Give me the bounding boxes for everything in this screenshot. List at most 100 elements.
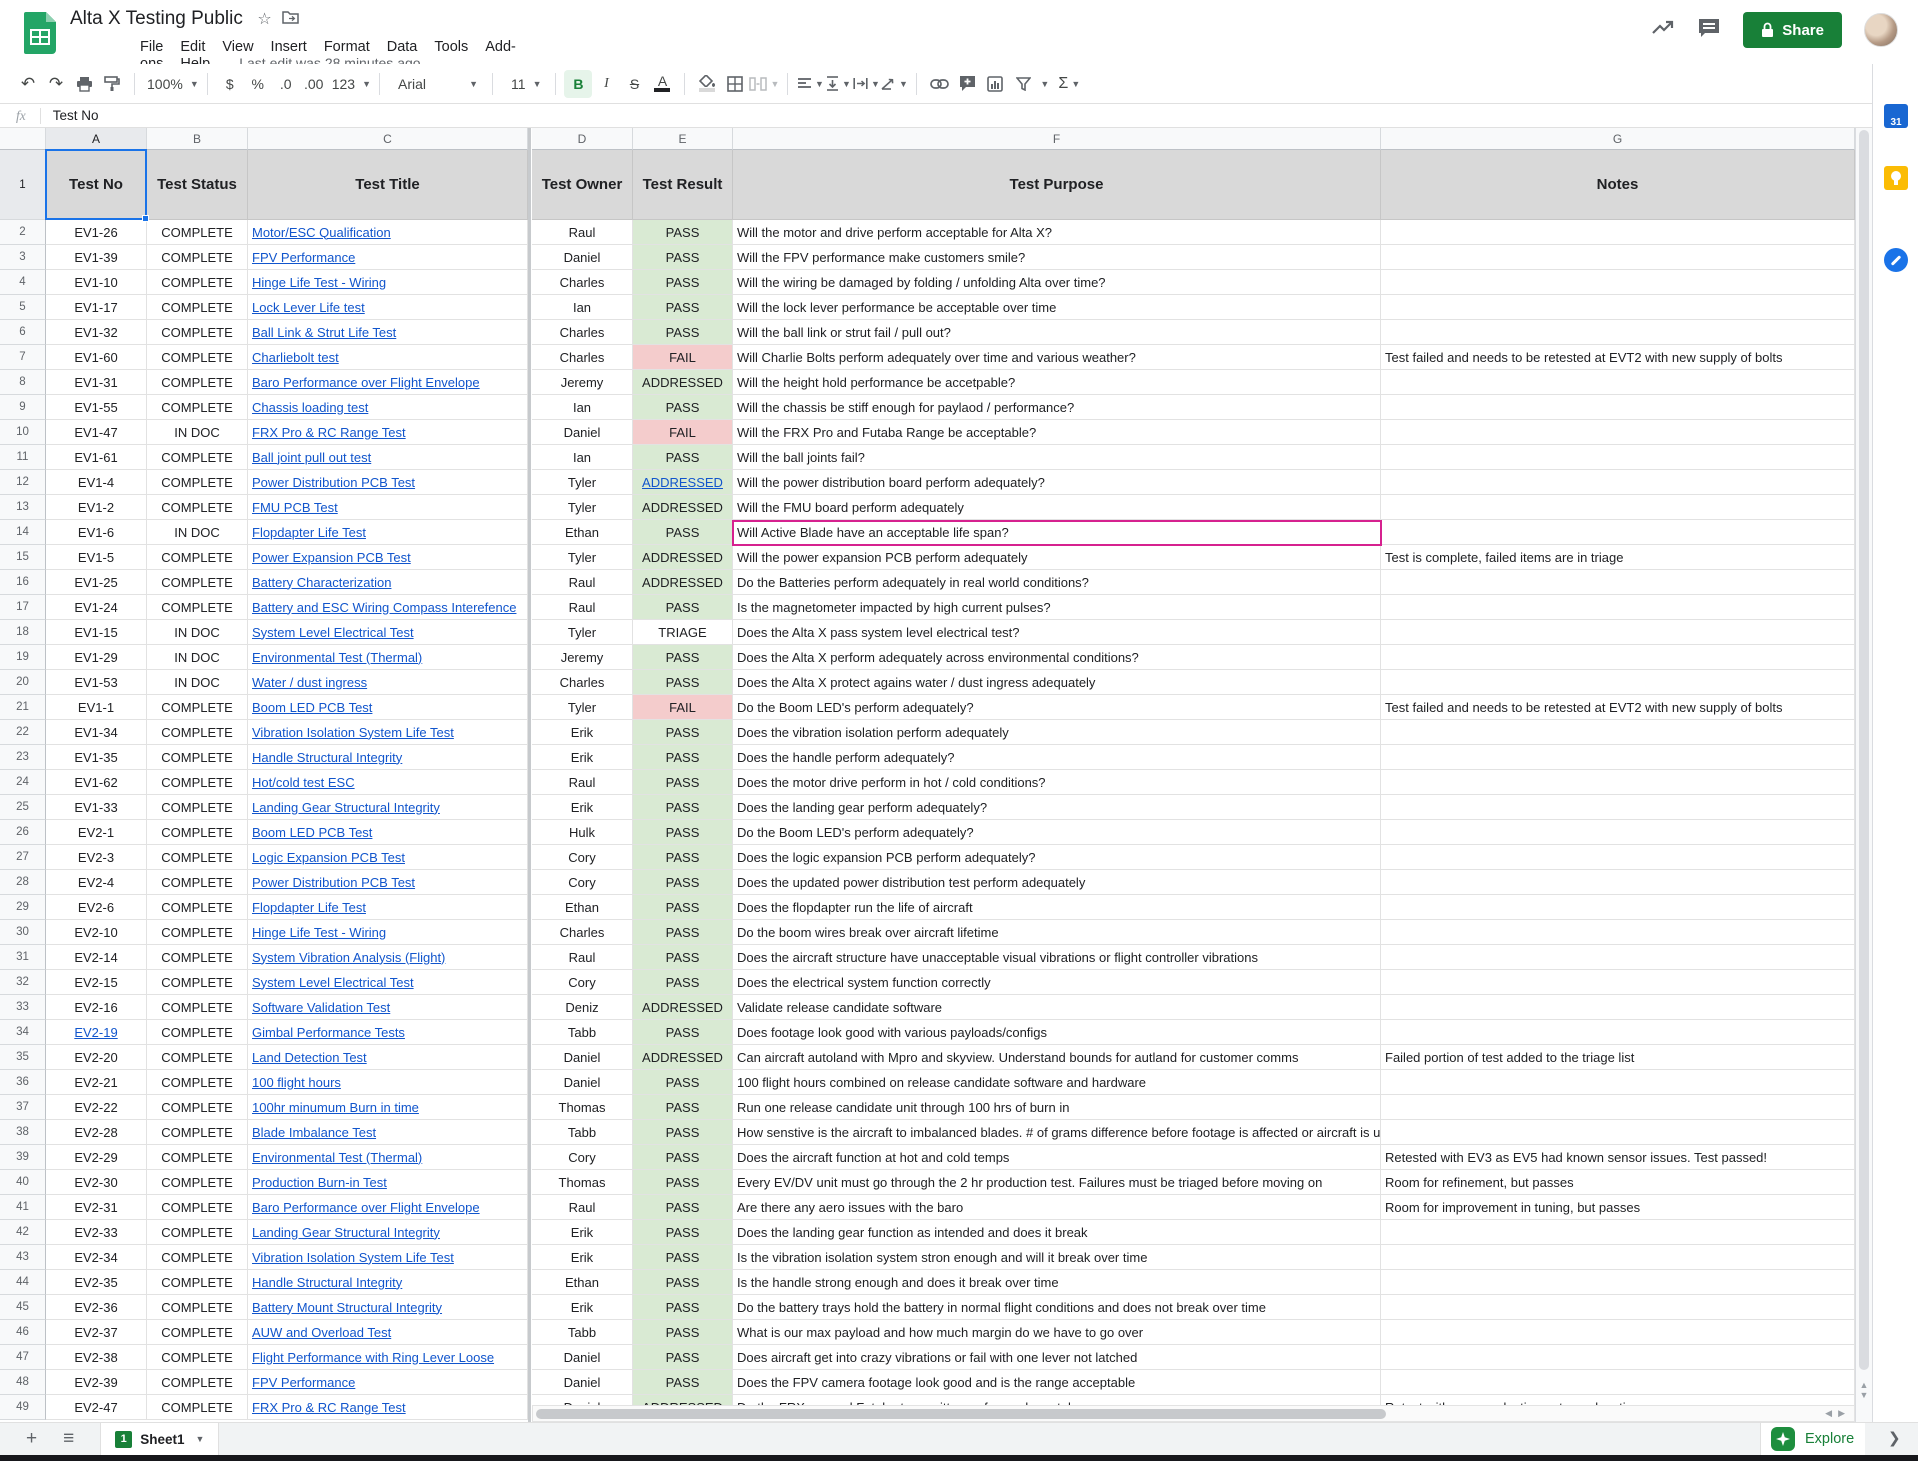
cell-no-row14[interactable]: EV1-6 <box>46 520 147 545</box>
cell-result-row38[interactable]: PASS <box>633 1120 733 1145</box>
link-no-row34[interactable]: EV2-19 <box>74 1025 117 1040</box>
all-sheets-button[interactable]: ≡ <box>63 1428 74 1450</box>
cell-status-row38[interactable]: COMPLETE <box>147 1120 248 1145</box>
link-title-row25[interactable]: Landing Gear Structural Integrity <box>252 800 440 815</box>
link-title-row47[interactable]: Flight Performance with Ring Lever Loose <box>252 1350 494 1365</box>
cell-owner-row39[interactable]: Cory <box>532 1145 633 1170</box>
sheet-tab-menu-icon[interactable]: ▼ <box>195 1434 204 1444</box>
cell-notes-row45[interactable] <box>1381 1295 1855 1320</box>
cell-notes-row48[interactable] <box>1381 1370 1855 1395</box>
cell-no-row13[interactable]: EV1-2 <box>46 495 147 520</box>
cell-notes-row14[interactable] <box>1381 520 1855 545</box>
header-cell-purpose[interactable]: Test Purpose <box>733 150 1381 220</box>
link-title-row34[interactable]: Gimbal Performance Tests <box>252 1025 405 1040</box>
link-title-row26[interactable]: Boom LED PCB Test <box>252 825 372 840</box>
link-title-row5[interactable]: Lock Lever Life test <box>252 300 365 315</box>
cell-status-row35[interactable]: COMPLETE <box>147 1045 248 1070</box>
cell-owner-row8[interactable]: Jeremy <box>532 370 633 395</box>
row-header-25[interactable]: 25 <box>0 795 46 820</box>
link-title-row49[interactable]: FRX Pro & RC Range Test <box>252 1400 406 1415</box>
link-title-row28[interactable]: Power Distribution PCB Test <box>252 875 415 890</box>
filter-button[interactable] <box>1009 70 1037 98</box>
cell-purpose-row10[interactable]: Will the FRX Pro and Futaba Range be acc… <box>733 420 1381 445</box>
row-header-18[interactable]: 18 <box>0 620 46 645</box>
column-header-E[interactable]: E <box>633 128 733 150</box>
insert-chart-button[interactable] <box>981 70 1009 98</box>
cell-no-row35[interactable]: EV2-20 <box>46 1045 147 1070</box>
row-header-10[interactable]: 10 <box>0 420 46 445</box>
cell-notes-row16[interactable] <box>1381 570 1855 595</box>
menu-view[interactable]: View <box>222 39 253 55</box>
cell-result-row10[interactable]: FAIL <box>633 420 733 445</box>
cell-owner-row26[interactable]: Hulk <box>532 820 633 845</box>
cell-owner-row15[interactable]: Tyler <box>532 545 633 570</box>
text-rotation-button[interactable]: ▼ <box>880 70 908 98</box>
cell-purpose-row22[interactable]: Does the vibration isolation perform ade… <box>733 720 1381 745</box>
link-title-row40[interactable]: Production Burn-in Test <box>252 1175 387 1190</box>
cell-purpose-row35[interactable]: Can aircraft autoland with Mpro and skyv… <box>733 1045 1381 1070</box>
cell-notes-row28[interactable] <box>1381 870 1855 895</box>
cell-purpose-row21[interactable]: Do the Boom LED's perform adequately? <box>733 695 1381 720</box>
cell-owner-row41[interactable]: Raul <box>532 1195 633 1220</box>
cell-owner-row22[interactable]: Erik <box>532 720 633 745</box>
document-title[interactable]: Alta X Testing Public <box>70 8 243 30</box>
fill-color-button[interactable] <box>693 70 721 98</box>
row-header-30[interactable]: 30 <box>0 920 46 945</box>
cell-no-row28[interactable]: EV2-4 <box>46 870 147 895</box>
row-header-46[interactable]: 46 <box>0 1320 46 1345</box>
increase-decimals-button[interactable]: .00 <box>300 70 328 98</box>
cell-owner-row28[interactable]: Cory <box>532 870 633 895</box>
cell-result-row13[interactable]: ADDRESSED <box>633 495 733 520</box>
cell-title-row14[interactable]: Flopdapter Life Test <box>248 520 528 545</box>
italic-button[interactable]: I <box>592 70 620 98</box>
frozen-pane-divider[interactable] <box>528 128 531 1422</box>
cell-purpose-row46[interactable]: What is our max payload and how much mar… <box>733 1320 1381 1345</box>
cell-notes-row37[interactable] <box>1381 1095 1855 1120</box>
cell-status-row17[interactable]: COMPLETE <box>147 595 248 620</box>
cell-title-row16[interactable]: Battery Characterization <box>248 570 528 595</box>
cell-result-row23[interactable]: PASS <box>633 745 733 770</box>
cell-title-row38[interactable]: Blade Imbalance Test <box>248 1120 528 1145</box>
cell-status-row19[interactable]: IN DOC <box>147 645 248 670</box>
cell-no-row31[interactable]: EV2-14 <box>46 945 147 970</box>
cell-notes-row7[interactable]: Test failed and needs to be retested at … <box>1381 345 1855 370</box>
cell-notes-row35[interactable]: Failed portion of test added to the tria… <box>1381 1045 1855 1070</box>
cell-purpose-row15[interactable]: Will the power expansion PCB perform ade… <box>733 545 1381 570</box>
keep-icon[interactable] <box>1884 166 1908 190</box>
tasks-icon[interactable] <box>1884 248 1908 272</box>
cell-no-row15[interactable]: EV1-5 <box>46 545 147 570</box>
comment-history-icon[interactable] <box>1697 17 1721 44</box>
link-title-row44[interactable]: Handle Structural Integrity <box>252 1275 402 1290</box>
cell-result-row8[interactable]: ADDRESSED <box>633 370 733 395</box>
cell-notes-row26[interactable] <box>1381 820 1855 845</box>
cell-purpose-row30[interactable]: Do the boom wires break over aircraft li… <box>733 920 1381 945</box>
cell-title-row44[interactable]: Handle Structural Integrity <box>248 1270 528 1295</box>
cell-notes-row46[interactable] <box>1381 1320 1855 1345</box>
redo-button[interactable]: ↷ <box>42 70 70 98</box>
text-color-button[interactable]: A <box>648 70 676 98</box>
link-title-row22[interactable]: Vibration Isolation System Life Test <box>252 725 454 740</box>
header-cell-status[interactable]: Test Status <box>147 150 248 220</box>
cell-result-row39[interactable]: PASS <box>633 1145 733 1170</box>
cell-result-row17[interactable]: PASS <box>633 595 733 620</box>
cell-no-row45[interactable]: EV2-36 <box>46 1295 147 1320</box>
cell-title-row13[interactable]: FMU PCB Test <box>248 495 528 520</box>
row-header-29[interactable]: 29 <box>0 895 46 920</box>
cell-status-row36[interactable]: COMPLETE <box>147 1070 248 1095</box>
row-header-21[interactable]: 21 <box>0 695 46 720</box>
cell-status-row16[interactable]: COMPLETE <box>147 570 248 595</box>
cell-result-row22[interactable]: PASS <box>633 720 733 745</box>
vertical-scrollbar[interactable]: ▲▼ <box>1855 128 1872 1422</box>
cell-status-row46[interactable]: COMPLETE <box>147 1320 248 1345</box>
cell-no-row9[interactable]: EV1-55 <box>46 395 147 420</box>
cell-status-row41[interactable]: COMPLETE <box>147 1195 248 1220</box>
cell-owner-row44[interactable]: Ethan <box>532 1270 633 1295</box>
menu-format[interactable]: Format <box>324 39 370 55</box>
cell-status-row18[interactable]: IN DOC <box>147 620 248 645</box>
cell-status-row23[interactable]: COMPLETE <box>147 745 248 770</box>
row-header-23[interactable]: 23 <box>0 745 46 770</box>
calendar-icon[interactable]: 31 <box>1884 104 1908 128</box>
cell-owner-row30[interactable]: Charles <box>532 920 633 945</box>
sheets-logo[interactable] <box>24 12 56 54</box>
cell-no-row22[interactable]: EV1-34 <box>46 720 147 745</box>
